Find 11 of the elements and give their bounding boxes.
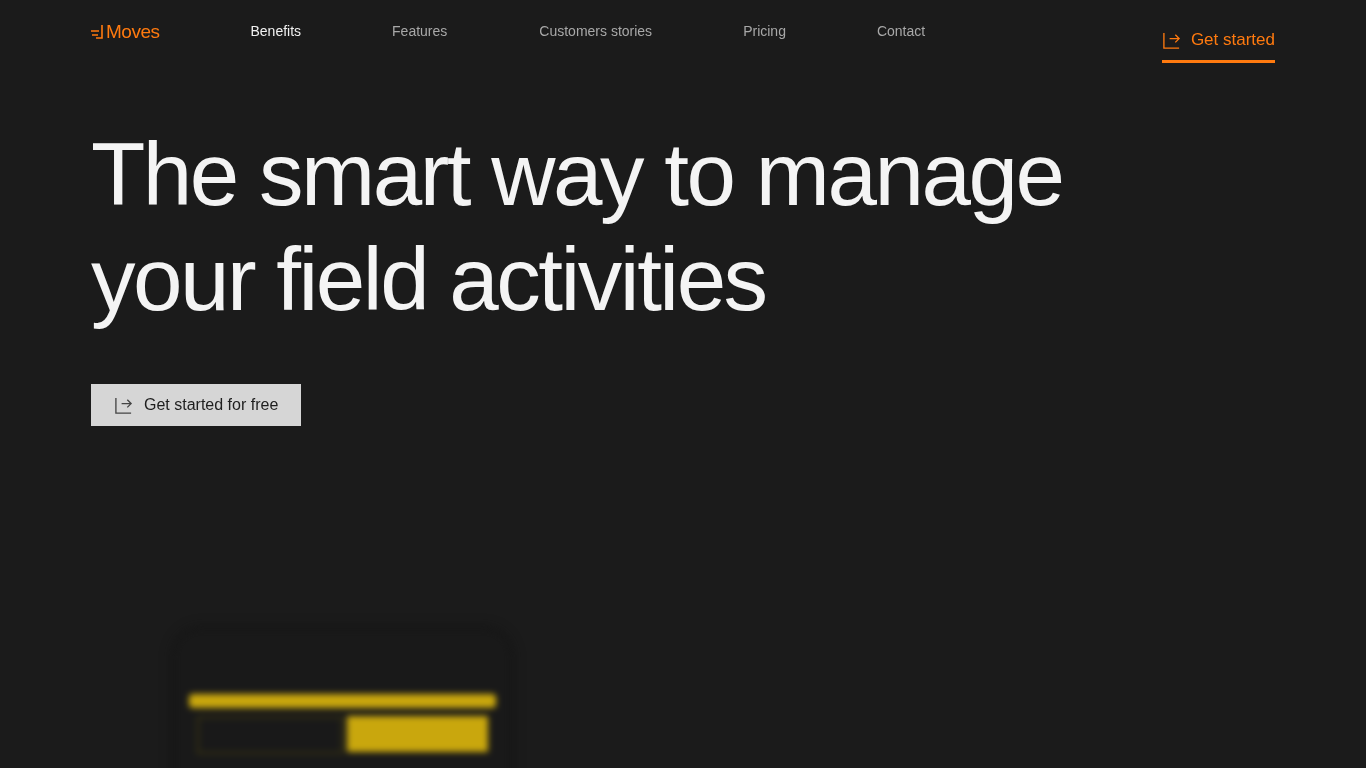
share-icon (114, 395, 133, 415)
nav-link[interactable]: Customers stories (539, 23, 653, 39)
nav-link[interactable]: Benefits (250, 23, 302, 39)
share-icon (1161, 30, 1181, 50)
hero-headline: The smart way to manage your field activities (91, 123, 1064, 331)
nav-link[interactable]: Features (392, 23, 448, 39)
nav-link[interactable]: Pricing (743, 23, 786, 39)
brand-logo[interactable]: Moves (91, 21, 160, 43)
nav-link[interactable]: Contact (876, 23, 926, 39)
get-started-link[interactable]: Get started (1161, 0, 1275, 63)
get-started-button[interactable]: Get started for free (91, 384, 302, 426)
